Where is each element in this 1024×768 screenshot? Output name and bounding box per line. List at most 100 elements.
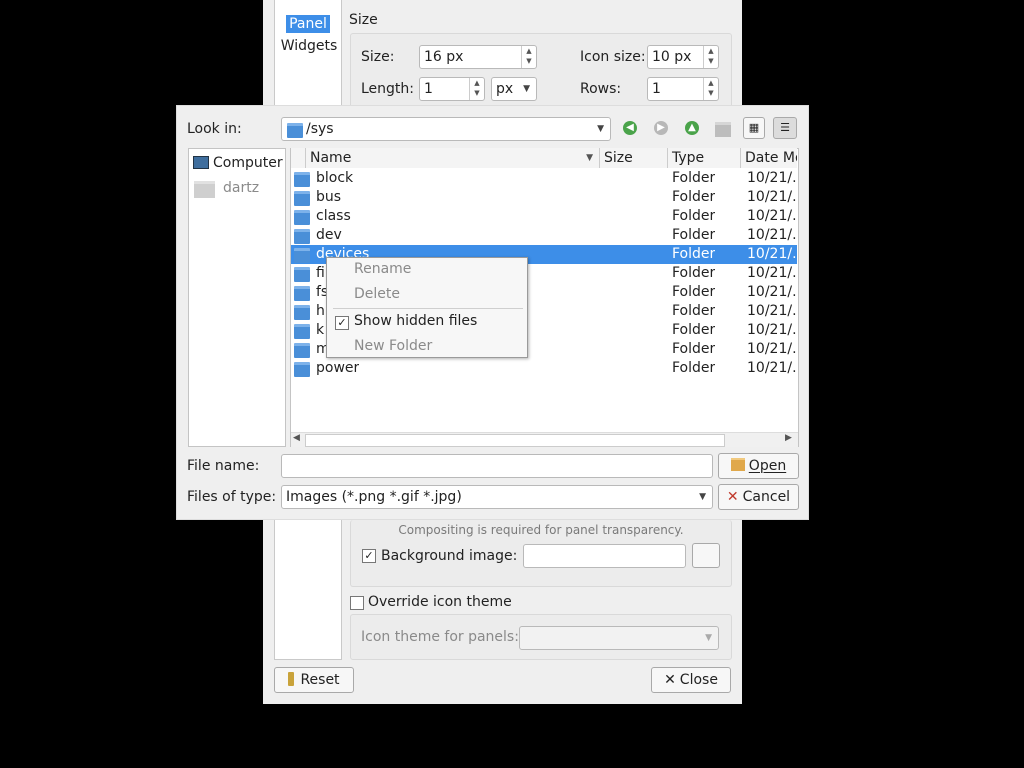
file-name-input[interactable]: [281, 454, 713, 478]
file-type-cell: Folder: [672, 246, 716, 262]
drive-icon: [194, 181, 215, 198]
file-name-cell: bus: [316, 189, 342, 205]
file-type-cell: Folder: [672, 303, 716, 319]
file-type-cell: Folder: [672, 284, 716, 300]
icon-view-button[interactable]: ▦: [743, 117, 765, 139]
parent-directory-icon[interactable]: ▲: [685, 121, 699, 135]
computer-icon: [193, 156, 209, 169]
menu-item-rename[interactable]: Rename: [354, 261, 411, 277]
column-header-size[interactable]: Size: [600, 148, 668, 168]
background-groupbox: Compositing is required for panel transp…: [350, 520, 732, 587]
file-date-cell: 10/21/.: [747, 170, 797, 186]
file-name-cell: block: [316, 170, 354, 186]
file-date-cell: 10/21/.: [747, 322, 797, 338]
folder-icon: [294, 343, 310, 358]
rows-label: Rows:: [580, 81, 622, 97]
file-type-cell: Folder: [672, 265, 716, 281]
bg-image-browse-button[interactable]: [692, 543, 720, 568]
file-name-cell: fi: [316, 265, 325, 281]
bg-image-field[interactable]: [523, 544, 686, 568]
table-row[interactable]: power Folder 10/21/.: [291, 359, 797, 378]
length-value: 1: [424, 81, 433, 97]
rows-spin-arrows[interactable]: ▲ ▼: [703, 78, 718, 100]
icon-size-value: 10 px: [652, 49, 692, 65]
back-icon[interactable]: ◀: [623, 121, 637, 135]
folder-icon: [294, 305, 310, 320]
table-row[interactable]: dev Folder 10/21/.: [291, 226, 797, 245]
grid-icon: ▦: [748, 121, 760, 134]
column-header-date[interactable]: Date Mo: [741, 148, 797, 168]
scroll-right-icon[interactable]: ▶: [785, 433, 792, 443]
side-tab-panel[interactable]: Panel: [286, 15, 330, 33]
length-spin-arrows[interactable]: ▲ ▼: [469, 78, 484, 100]
file-date-cell: 10/21/.: [747, 303, 797, 319]
icon-size-label: Icon size:: [580, 49, 646, 65]
bg-image-checkbox[interactable]: ✓: [362, 549, 376, 563]
detail-view-button[interactable]: ☰: [773, 117, 797, 139]
length-spinbox[interactable]: 1 ▲ ▼: [419, 77, 485, 101]
chevron-down-icon: ▼: [699, 492, 706, 502]
files-of-type-combo[interactable]: Images (*.png *.gif *.jpg) ▼: [281, 485, 713, 509]
menu-separator: [333, 308, 523, 309]
column-label-name: Name: [310, 150, 352, 166]
file-name-cell: k: [316, 322, 325, 338]
open-button[interactable]: Open: [718, 453, 799, 479]
reset-button[interactable]: Reset: [274, 667, 354, 693]
icon-size-spin-arrows[interactable]: ▲ ▼: [703, 46, 718, 68]
file-type-cell: Folder: [672, 189, 716, 205]
scroll-thumb[interactable]: [305, 434, 725, 447]
menu-item-show-hidden[interactable]: Show hidden files: [354, 313, 477, 329]
file-type-cell: Folder: [672, 170, 716, 186]
places-item-computer[interactable]: Computer: [191, 154, 285, 174]
table-row[interactable]: block Folder 10/21/.: [291, 169, 797, 188]
rows-spinbox[interactable]: 1 ▲ ▼: [647, 77, 719, 101]
folder-open-icon: [730, 458, 745, 471]
folder-icon: [294, 286, 310, 301]
look-in-path: /sys: [306, 121, 334, 137]
override-icon-checkbox[interactable]: [350, 596, 364, 610]
folder-icon: [294, 210, 310, 225]
icon-theme-combo[interactable]: ▼: [519, 626, 719, 650]
column-label-date: Date Mo: [745, 150, 797, 166]
sort-down-icon: ▼: [586, 153, 593, 163]
close-label: Close: [679, 672, 718, 688]
icon-size-spinbox[interactable]: 10 px ▲ ▼: [647, 45, 719, 69]
file-list-scrollbar[interactable]: ◀ ▶: [291, 432, 798, 447]
length-unit-combo[interactable]: px ▼: [491, 77, 537, 101]
broom-icon: [288, 672, 295, 686]
close-button[interactable]: ✕ Close: [651, 667, 731, 693]
file-name-cell: h: [316, 303, 325, 319]
scroll-left-icon[interactable]: ◀: [293, 433, 300, 443]
chevron-down-icon: ▼: [523, 84, 530, 94]
cancel-button[interactable]: ✕ Cancel: [718, 484, 799, 510]
size-spin-arrows[interactable]: ▲ ▼: [521, 46, 536, 68]
menu-item-delete[interactable]: Delete: [354, 286, 400, 302]
table-row[interactable]: bus Folder 10/21/.: [291, 188, 797, 207]
column-header-name[interactable]: Name ▼: [306, 148, 600, 168]
compositing-note: Compositing is required for panel transp…: [398, 523, 684, 537]
menu-item-new-folder[interactable]: New Folder: [354, 338, 432, 354]
length-label: Length:: [361, 81, 415, 97]
folder-icon: [294, 172, 310, 187]
places-item-dartz[interactable]: dartz: [191, 179, 285, 199]
override-icon-label: Override icon theme: [368, 594, 512, 610]
table-row[interactable]: class Folder 10/21/.: [291, 207, 797, 226]
icon-theme-groupbox: Icon theme for panels: ▼: [350, 614, 732, 660]
folder-icon: [294, 229, 310, 244]
file-name-cell: power: [316, 360, 360, 376]
look-in-label: Look in:: [187, 121, 242, 137]
places-sidebar: Computer dartz: [188, 148, 286, 447]
look-in-combo[interactable]: /sys ▼: [281, 117, 611, 141]
show-hidden-checkbox[interactable]: ✓: [335, 316, 349, 330]
files-of-type-label: Files of type:: [187, 489, 277, 505]
side-tab-widgets[interactable]: Widgets: [280, 37, 338, 55]
files-of-type-value: Images (*.png *.gif *.jpg): [286, 489, 462, 505]
new-folder-icon[interactable]: [715, 122, 731, 137]
folder-icon: [294, 248, 310, 263]
chevron-down-icon: ▼: [705, 633, 712, 643]
folder-icon: [294, 191, 310, 206]
column-header-type[interactable]: Type: [668, 148, 741, 168]
size-spinbox[interactable]: 16 px ▲ ▼: [419, 45, 537, 69]
forward-icon[interactable]: ▶: [654, 121, 668, 135]
folder-icon: [294, 267, 310, 282]
